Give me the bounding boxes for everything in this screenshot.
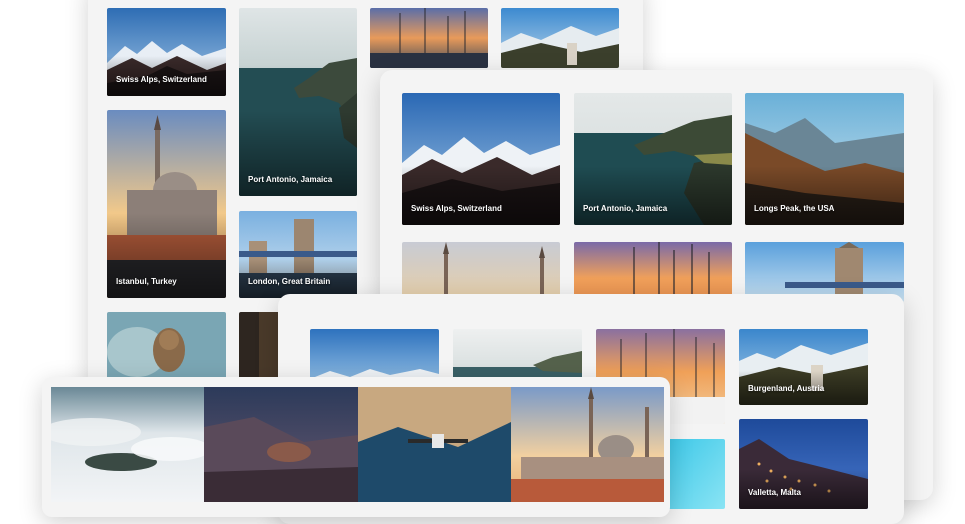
photo-tile-harbor[interactable] — [574, 242, 732, 302]
photo-caption: Port Antonio, Jamaica — [248, 175, 333, 184]
photo-caption: Swiss Alps, Switzerland — [411, 204, 502, 213]
photo-caption: Swiss Alps, Switzerland — [116, 75, 207, 84]
photo-tile-volcano[interactable] — [204, 387, 358, 502]
photo-tile-burgenland[interactable] — [501, 8, 619, 68]
gallery-panel-strip — [42, 377, 670, 517]
photo-tile-valletta[interactable]: Valletta, Malta — [739, 419, 868, 509]
volcano-photo — [204, 387, 358, 502]
photo-tile-london[interactable]: London, Great Britain — [239, 211, 357, 298]
photo-tile-foggy-hill[interactable] — [51, 387, 204, 502]
bridge-photo — [745, 242, 904, 302]
photo-tile-port-antonio[interactable]: Port Antonio, Jamaica — [239, 8, 357, 196]
mosque-photo — [402, 242, 560, 302]
ocean-photo — [668, 439, 725, 509]
photo-caption: Burgenland, Austria — [748, 384, 825, 393]
photo-tile-istanbul[interactable]: Istanbul, Turkey — [107, 110, 226, 298]
photo-caption: Port Antonio, Jamaica — [583, 204, 668, 213]
photo-tile-swiss-alps[interactable]: Swiss Alps, Switzerland — [107, 8, 226, 96]
photo-tile-burgenland[interactable]: Burgenland, Austria — [739, 329, 868, 405]
photo-tile-london[interactable] — [745, 242, 904, 302]
harbor-photo — [574, 242, 732, 302]
photo-tile-harbor[interactable] — [370, 8, 488, 68]
fog-photo — [51, 387, 204, 502]
village-photo — [501, 8, 619, 68]
photo-tile-istanbul[interactable] — [402, 242, 560, 302]
photo-tile-longs-peak[interactable]: Longs Peak, the USA — [745, 93, 904, 225]
harbor-photo — [370, 8, 488, 68]
photo-tile-port-antonio[interactable]: Port Antonio, Jamaica — [574, 93, 732, 225]
mosque-photo — [511, 387, 664, 502]
photo-caption: Valletta, Malta — [748, 488, 801, 497]
photo-tile-ocean[interactable] — [668, 439, 725, 509]
photo-tile-satellite[interactable] — [358, 387, 511, 502]
photo-caption: Longs Peak, the USA — [754, 204, 835, 213]
photo-caption: Istanbul, Turkey — [116, 277, 177, 286]
satellite-photo — [358, 387, 511, 502]
photo-tile-swiss-alps[interactable]: Swiss Alps, Switzerland — [402, 93, 560, 225]
photo-tile-istanbul[interactable] — [511, 387, 664, 502]
photo-caption: London, Great Britain — [248, 277, 331, 286]
